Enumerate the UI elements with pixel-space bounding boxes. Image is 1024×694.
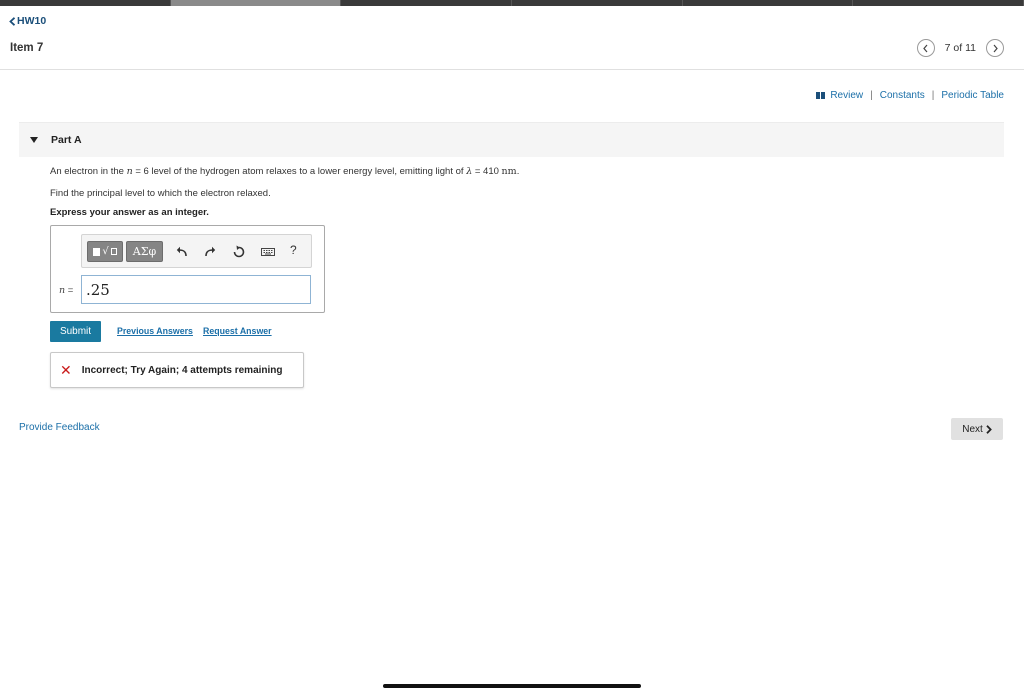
- part-label: Part A: [51, 134, 82, 146]
- collapse-caret-icon[interactable]: [30, 137, 38, 143]
- request-answer-link[interactable]: Request Answer: [203, 326, 272, 336]
- review-link[interactable]: Review: [830, 90, 863, 101]
- back-to-assignment-link[interactable]: HW10: [9, 15, 46, 27]
- n-symbol: n: [126, 166, 133, 177]
- previous-item-button[interactable]: [916, 39, 935, 57]
- next-button-label: Next: [962, 423, 983, 435]
- answer-input[interactable]: [81, 275, 311, 304]
- undo-icon: [176, 246, 187, 257]
- question-period: .: [516, 166, 520, 177]
- feedback-message: Incorrect; Try Again; 4 attempts remaini…: [81, 364, 283, 376]
- chevron-right-icon: [986, 424, 992, 434]
- redo-button[interactable]: [202, 244, 218, 260]
- error-x-icon: ✕: [60, 362, 72, 378]
- feedback-message-box: ✕ Incorrect; Try Again; 4 attempts remai…: [50, 352, 304, 388]
- browser-tab[interactable]: [341, 0, 513, 6]
- question-text-part: = 410: [474, 166, 499, 177]
- next-button[interactable]: Next: [951, 418, 1003, 440]
- chevron-right-icon: [993, 44, 998, 52]
- answer-equals: =: [67, 285, 74, 296]
- redo-icon: [205, 246, 216, 257]
- radical-icon: √: [102, 246, 109, 257]
- back-link-label: HW10: [17, 15, 47, 27]
- constants-link[interactable]: Constants: [880, 90, 925, 101]
- answer-variable: n: [59, 285, 66, 296]
- browser-tab[interactable]: [512, 0, 683, 6]
- chevron-left-icon: [923, 44, 928, 52]
- browser-tab-active[interactable]: [170, 0, 342, 6]
- separator: |: [931, 90, 935, 101]
- next-item-button[interactable]: [986, 39, 1004, 57]
- resource-links: Review | Constants | Periodic Table: [816, 90, 1004, 101]
- book-icon: [816, 92, 826, 99]
- browser-tab[interactable]: [0, 0, 171, 6]
- question-text-part: = 6 level of the hydrogen atom relaxes t…: [135, 166, 464, 177]
- template-box-icon: [110, 248, 117, 255]
- answer-format-text: Express your answer as an integer.: [50, 207, 209, 218]
- item-pager: 7 of 11: [916, 39, 1004, 57]
- greek-symbols-button[interactable]: ΑΣφ: [126, 241, 163, 262]
- page-title: Item 7: [10, 42, 44, 54]
- part-a-header[interactable]: Part A: [19, 122, 1004, 157]
- header-divider: [0, 69, 1024, 70]
- keyboard-icon: [261, 248, 275, 256]
- answer-label: n =: [59, 285, 73, 296]
- undo-button[interactable]: [174, 244, 190, 260]
- chevron-left-icon: [9, 16, 16, 26]
- template-square-icon: [93, 247, 101, 256]
- unit-label: nm: [501, 166, 517, 177]
- reset-button[interactable]: [231, 244, 247, 260]
- instruction-text: Find the principal level to which the el…: [50, 188, 271, 199]
- home-indicator[interactable]: [383, 684, 641, 688]
- math-toolbar: √ ΑΣφ ?: [81, 234, 312, 268]
- lambda-symbol: λ: [466, 166, 473, 177]
- question-text-part: An electron in the: [50, 166, 124, 177]
- browser-tab-bar: [0, 0, 1024, 6]
- submit-button[interactable]: Submit: [50, 321, 101, 342]
- help-button[interactable]: ?: [290, 243, 297, 257]
- periodic-table-link[interactable]: Periodic Table: [941, 90, 1004, 101]
- provide-feedback-link[interactable]: Provide Feedback: [19, 422, 100, 433]
- browser-tab[interactable]: [682, 0, 854, 6]
- question-text: An electron in the n = 6 level of the hy…: [50, 166, 519, 177]
- previous-answers-link[interactable]: Previous Answers: [117, 326, 193, 336]
- separator: |: [870, 90, 873, 101]
- keyboard-button[interactable]: [260, 244, 276, 260]
- browser-tab[interactable]: [853, 0, 1024, 6]
- templates-button[interactable]: √: [87, 241, 123, 262]
- answer-panel: √ ΑΣφ ? n =: [50, 225, 325, 313]
- reset-icon: [233, 245, 245, 258]
- pager-position-text: 7 of 11: [944, 42, 976, 54]
